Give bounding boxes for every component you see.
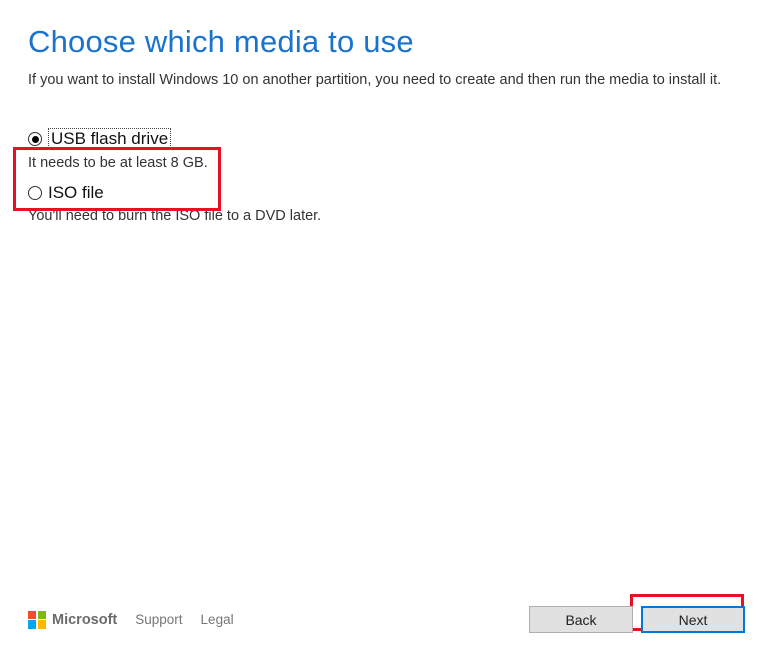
option-iso-label: ISO file [48, 183, 104, 203]
radio-icon[interactable] [28, 186, 42, 200]
microsoft-brand: Microsoft [28, 611, 117, 629]
legal-link[interactable]: Legal [201, 612, 234, 627]
support-link[interactable]: Support [135, 612, 182, 627]
footer: Microsoft Support Legal Back Next [0, 606, 773, 633]
next-button[interactable]: Next [641, 606, 745, 633]
microsoft-logo-icon [28, 611, 46, 629]
back-button[interactable]: Back [529, 606, 633, 633]
page-title: Choose which media to use [28, 24, 745, 60]
option-usb-description: It needs to be at least 8 GB. [28, 155, 208, 171]
media-options: USB flash drive It needs to be at least … [28, 128, 745, 224]
radio-icon[interactable] [28, 132, 42, 146]
option-usb[interactable]: USB flash drive It needs to be at least … [28, 128, 208, 171]
microsoft-text: Microsoft [52, 612, 117, 628]
page-subtitle: If you want to install Windows 10 on ano… [28, 70, 745, 90]
option-usb-label: USB flash drive [48, 128, 171, 150]
option-iso[interactable]: ISO file You'll need to burn the ISO fil… [28, 183, 321, 224]
option-iso-description: You'll need to burn the ISO file to a DV… [28, 208, 321, 224]
